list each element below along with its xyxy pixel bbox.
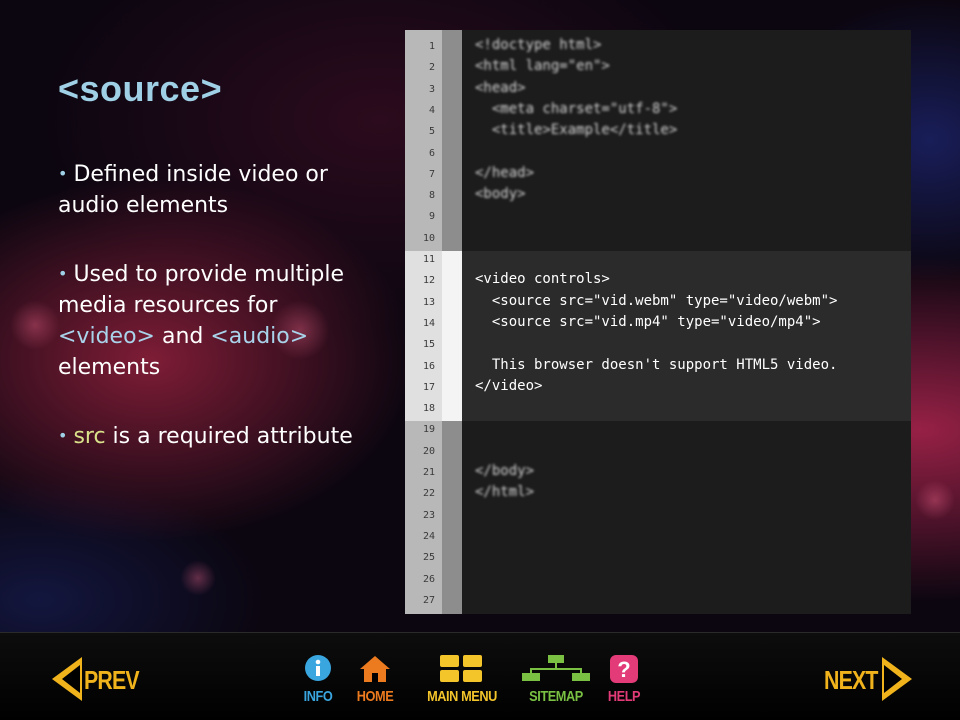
line-number: 10: [422, 232, 435, 244]
slide-stage: <source> • Defined inside video or audio …: [0, 0, 960, 720]
audio-tag-text: <audio>: [210, 324, 309, 349]
line-number: 2: [428, 62, 435, 74]
bullet-text: Used to provide multiple media resources…: [58, 262, 345, 318]
next-label: NEXT: [824, 665, 878, 695]
next-arrow-cutout: [884, 665, 902, 693]
prev-label: PREV: [84, 665, 140, 695]
code-line: </html>: [475, 484, 535, 501]
line-number: 22: [422, 488, 435, 500]
code-line: <title>Example</title>: [475, 122, 678, 139]
code-line: <html lang="en">: [475, 58, 610, 75]
bullet-dot-icon: •: [58, 264, 68, 283]
main-menu-button[interactable]: MAIN MENU: [414, 653, 510, 709]
info-icon: [305, 655, 331, 681]
bullet-dot-icon: •: [58, 426, 68, 445]
info-label: INFO: [303, 688, 333, 705]
main-menu-label: MAIN MENU: [427, 688, 497, 705]
highlighted-gutter-edge: [442, 251, 462, 421]
sitemap-label: SITEMAP: [529, 688, 583, 705]
bullet-text: is a required attribute: [105, 424, 353, 449]
line-number: 8: [428, 190, 435, 202]
line-number: 17: [422, 381, 435, 393]
slide-title: <source>: [58, 68, 223, 109]
sitemap-button[interactable]: SITEMAP: [516, 653, 596, 709]
home-label: HOME: [356, 688, 394, 705]
bullet-item: • src is a required attribute: [58, 420, 358, 452]
bokeh-light: [915, 480, 955, 520]
line-number: 20: [422, 445, 435, 457]
bokeh-light: [180, 560, 216, 596]
grid-menu-icon: [440, 655, 482, 682]
navigation-bar: PREV INFO HOME MAIN MENU SITEMAP ? HELP …: [0, 632, 960, 720]
video-tag-text: <video>: [58, 324, 155, 349]
line-number: 5: [428, 126, 435, 138]
line-number: 12: [422, 275, 435, 287]
line-number: 14: [422, 317, 435, 329]
line-number: 16: [422, 360, 435, 372]
line-number: 9: [428, 211, 435, 223]
code-line: <meta charset="utf-8">: [475, 100, 678, 117]
bullet-list: • Defined inside video or audio elements …: [58, 158, 358, 489]
line-number: 3: [428, 83, 435, 95]
line-number: 15: [422, 339, 435, 351]
line-number: 7: [428, 168, 435, 180]
home-button[interactable]: HOME: [350, 653, 400, 709]
line-number: 25: [422, 552, 435, 564]
prev-button[interactable]: PREV: [52, 651, 142, 703]
next-button[interactable]: NEXT: [820, 651, 915, 703]
help-icon: ?: [610, 655, 638, 683]
line-number: 4: [428, 104, 435, 116]
code-line: <video controls>: [475, 271, 610, 288]
src-attribute-text: src: [73, 424, 106, 449]
bullet-item: • Used to provide multiple media resource…: [58, 258, 358, 383]
line-number: 26: [422, 573, 435, 585]
line-number: 19: [422, 424, 435, 436]
code-line: </video>: [475, 377, 543, 394]
info-button[interactable]: INFO: [298, 653, 338, 709]
line-number: 24: [422, 530, 435, 542]
code-line: <source src="vid.webm" type="video/webm"…: [475, 292, 838, 309]
bullet-text: Defined inside video or audio elements: [58, 162, 328, 218]
line-number: 6: [428, 147, 435, 159]
code-line: </head>: [475, 164, 535, 181]
code-line: <head>: [475, 79, 526, 96]
line-number: 21: [422, 467, 435, 478]
code-line: </body>: [475, 463, 535, 479]
line-number: 27: [422, 594, 435, 606]
code-line: <!doctype html>: [475, 37, 602, 53]
code-line: <source src="vid.mp4" type="video/mp4">: [475, 313, 821, 330]
help-button[interactable]: ? HELP: [600, 653, 648, 709]
sitemap-icon: [522, 655, 590, 681]
prev-arrow-cutout: [62, 665, 80, 693]
line-number: 1: [428, 41, 435, 52]
code-line: <body>: [475, 186, 526, 203]
line-number: 18: [422, 403, 435, 415]
bokeh-light: [10, 300, 60, 350]
home-icon: [360, 656, 390, 682]
bullet-item: • Defined inside video or audio elements: [58, 158, 358, 221]
svg-text:?: ?: [617, 657, 630, 682]
line-number: 11: [422, 254, 435, 265]
code-line: This browser doesn't support HTML5 video…: [475, 356, 838, 373]
bullet-dot-icon: •: [58, 164, 68, 183]
line-number: 23: [422, 509, 435, 521]
help-label: HELP: [607, 688, 641, 705]
bullet-text: and: [154, 324, 211, 349]
bullet-text: elements: [58, 355, 161, 380]
line-number: 13: [422, 296, 435, 308]
code-editor-screenshot: 1 2 3 4 5 6 7 8 9 10 11 12 13 14 15 16 17 18 19 20 21 22 23 24 2…: [405, 30, 911, 614]
